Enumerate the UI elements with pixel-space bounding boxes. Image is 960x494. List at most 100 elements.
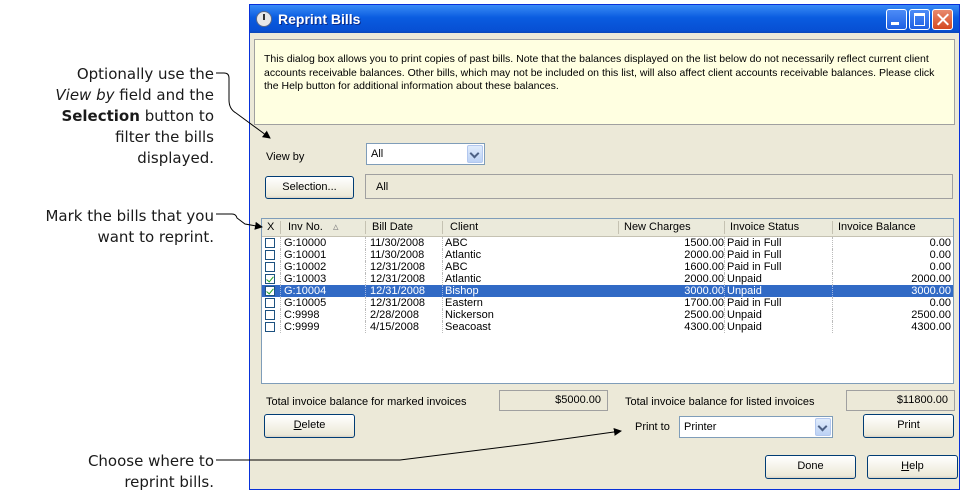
table-row[interactable]: C:9999 4/15/2008 Seacoast 4300.00 Unpaid… [262,321,953,333]
table-row[interactable]: G:10001 11/30/2008 Atlantic 2000.00 Paid… [262,249,953,261]
cell-bill-date: 11/30/2008 [370,249,425,261]
cell-inv-no: G:10002 [284,261,327,273]
column-header-inv-no[interactable]: Inv No. [288,221,323,233]
cell-invoice-status: Unpaid [727,285,762,297]
column-divider [280,309,282,321]
print-button[interactable]: Print [863,414,954,438]
delete-button-mnemonic: D [293,419,302,431]
cell-client: ABC [445,237,468,249]
minimize-button[interactable] [886,9,907,30]
cell-new-charges: 2000.00 [684,273,724,285]
callout-print-to: Choose where to reprint bills. [88,451,214,493]
listed-total-field: $11800.00 [846,390,955,411]
bills-list[interactable]: X Inv No. ▵ Bill Date Client New Charges… [261,218,954,384]
clock-icon [256,11,272,27]
column-divider [832,321,834,333]
column-header-mark[interactable]: X [267,221,274,233]
view-by-dropdown[interactable]: All [366,143,485,165]
column-divider [832,261,834,273]
table-row[interactable]: G:10000 11/30/2008 ABC 1500.00 Paid in F… [262,237,953,249]
column-divider [365,273,367,285]
mark-checkbox[interactable] [265,250,275,260]
column-divider [724,261,726,273]
cell-bill-date: 12/31/2008 [370,297,426,309]
delete-button[interactable]: Delete [264,414,355,438]
cell-inv-no: G:10005 [284,297,327,309]
view-by-value: All [371,148,384,160]
cell-invoice-balance: 4300.00 [911,321,951,333]
cell-invoice-balance: 3000.00 [911,285,951,297]
maximize-button[interactable] [909,9,930,30]
cell-invoice-balance: 0.00 [929,237,951,249]
cell-inv-no: C:9999 [284,321,320,333]
column-divider [724,273,726,285]
help-button-mnemonic: H [901,460,910,472]
column-divider [365,221,366,234]
callout-text: reprint bills. [124,473,214,491]
column-divider [442,297,444,309]
mark-checkbox[interactable] [265,310,275,320]
table-row-selected[interactable]: G:10004 12/31/2008 Bishop 3000.00 Unpaid… [262,285,953,297]
mark-checkbox[interactable] [265,298,275,308]
info-message: This dialog box allows you to print copi… [254,39,955,125]
reprint-bills-dialog: Reprint Bills This dialog box allows you… [249,4,960,490]
callout-text: want to reprint. [97,228,214,246]
column-divider [724,321,726,333]
column-divider [724,297,726,309]
table-row[interactable]: C:9998 2/28/2008 Nickerson 2500.00 Unpai… [262,309,953,321]
table-row[interactable]: G:10002 12/31/2008 ABC 1600.00 Paid in F… [262,261,953,273]
column-divider [442,261,444,273]
view-by-label: View by [266,151,305,163]
chevron-down-icon[interactable] [467,145,483,163]
cell-client: Atlantic [445,249,482,261]
table-row[interactable]: G:10003 12/31/2008 Atlantic 2000.00 Unpa… [262,273,953,285]
column-divider [832,221,833,234]
callout-text: Optionally use the [76,65,214,83]
table-row[interactable]: G:10005 12/31/2008 Eastern 1700.00 Paid … [262,297,953,309]
callout-text: View by field and the [55,86,214,104]
selection-button[interactable]: Selection... [265,176,354,199]
mark-checkbox[interactable] [265,274,275,284]
listed-total-value: $11800.00 [896,394,948,406]
selection-value-field: All [365,174,953,199]
cell-invoice-status: Paid in Full [727,237,782,249]
column-divider [280,297,282,309]
delete-button-label: elete [301,419,326,431]
mark-checkbox[interactable] [265,286,275,296]
cell-inv-no: G:10000 [284,237,327,249]
column-divider [280,261,282,273]
cell-client: Bishop [445,285,479,297]
column-divider [832,285,834,297]
column-header-new-charges[interactable]: New Charges [624,221,691,233]
column-header-client[interactable]: Client [450,221,478,233]
list-header: X Inv No. ▵ Bill Date Client New Charges… [262,219,953,237]
chevron-down-icon[interactable] [815,418,831,436]
column-divider [724,237,726,249]
print-to-label: Print to [635,421,670,433]
column-divider [618,221,619,234]
print-to-dropdown[interactable]: Printer [679,416,833,438]
column-divider [365,297,367,309]
mark-checkbox[interactable] [265,262,275,272]
column-divider [724,285,726,297]
close-button[interactable] [932,9,953,30]
column-divider [442,309,444,321]
cell-inv-no: C:9998 [284,309,320,321]
cell-new-charges: 2500.00 [684,309,724,321]
mark-checkbox[interactable] [265,238,275,248]
help-button[interactable]: Help [867,455,958,479]
cell-bill-date: 11/30/2008 [370,237,425,249]
cell-invoice-balance: 0.00 [929,297,951,309]
print-to-value: Printer [684,421,717,433]
cell-new-charges: 1500.00 [684,237,724,249]
marked-total-value: $5000.00 [555,394,601,406]
column-divider [442,221,443,234]
column-header-invoice-status[interactable]: Invoice Status [730,221,799,233]
title-bar[interactable]: Reprint Bills [250,5,959,33]
marked-total-field: $5000.00 [499,390,608,411]
cell-client: Atlantic [445,273,482,285]
column-header-invoice-balance[interactable]: Invoice Balance [838,221,916,233]
mark-checkbox[interactable] [265,322,275,332]
done-button[interactable]: Done [765,455,856,479]
column-header-bill-date[interactable]: Bill Date [372,221,413,233]
